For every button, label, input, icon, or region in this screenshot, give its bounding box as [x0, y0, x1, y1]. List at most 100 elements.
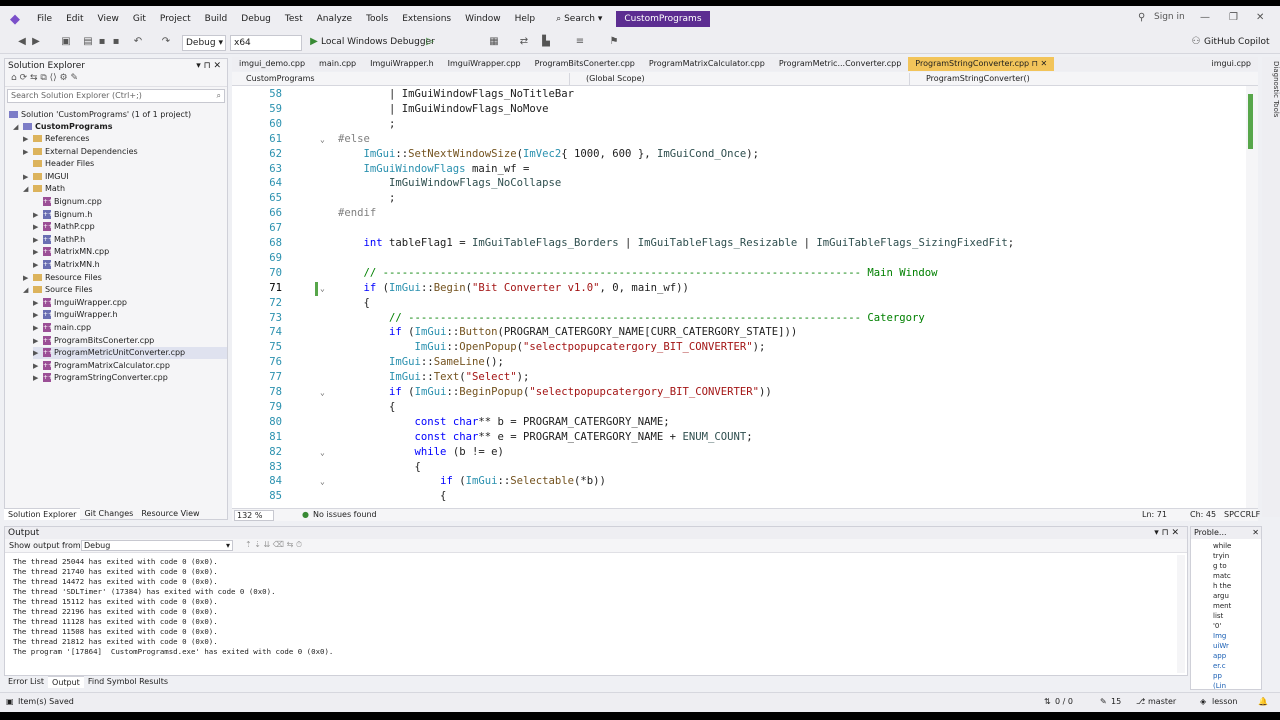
code-line[interactable]: 72 { [232, 296, 1246, 311]
tree-item[interactable]: ▶ ++ProgramBitsConerter.cpp [33, 335, 227, 347]
code-line[interactable]: 59 | ImGuiWindowFlags_NoMove [232, 102, 1246, 117]
output-source-select[interactable]: Debug ▾ [81, 540, 233, 551]
expand-arrow-icon[interactable]: ◢ [23, 284, 33, 296]
start-debug-icon[interactable]: ▶ [308, 36, 320, 48]
expand-arrow-icon[interactable]: ▶ [33, 335, 43, 347]
expand-arrow-icon[interactable]: ▶ [33, 297, 43, 309]
tab-solution-explorer[interactable]: Solution Explorer [4, 508, 81, 520]
undo-icon[interactable]: ↶ [132, 36, 144, 48]
menu-project[interactable]: Project [153, 14, 198, 24]
code-line[interactable]: 77 ImGui::Text("Select"); [232, 370, 1246, 385]
fold-toggle-icon[interactable]: ⌄ [320, 445, 325, 460]
tree-item[interactable]: ▶ Resource Files [23, 272, 227, 284]
expand-arrow-icon[interactable]: ▶ [33, 234, 43, 246]
doc-tab[interactable]: ProgramMetric...Converter.cpp [772, 57, 908, 71]
tab-resource-view[interactable]: Resource View [137, 508, 203, 520]
expand-arrow-icon[interactable]: ▶ [33, 322, 43, 334]
doc-tab[interactable]: main.cpp [312, 57, 363, 71]
code-line[interactable]: 79 { [232, 400, 1246, 415]
minimize-window-button[interactable]: — [1200, 12, 1210, 23]
save-icon[interactable]: ▪ [96, 36, 108, 48]
tab-find-symbol-results[interactable]: Find Symbol Results [84, 676, 172, 688]
branch-selector[interactable]: master [1148, 697, 1176, 706]
open-file-icon[interactable]: ▤ [82, 36, 94, 48]
tree-item[interactable]: ▶ ++MathP.h [33, 234, 227, 246]
doc-tab[interactable]: imgui_demo.cpp [232, 57, 312, 71]
problems-close-icon[interactable]: ✕ [1252, 527, 1259, 539]
fold-toggle-icon[interactable]: ⌄ [320, 474, 325, 489]
github-copilot-button[interactable]: GitHub Copilot [1204, 37, 1270, 47]
tab-git-changes[interactable]: Git Changes [80, 508, 137, 520]
menu-git[interactable]: Git [126, 14, 153, 24]
expand-arrow-icon[interactable]: ▶ [33, 221, 43, 233]
spaces-indicator[interactable]: SPC [1224, 509, 1240, 521]
fold-toggle-icon[interactable]: ⌄ [320, 385, 325, 400]
start-without-debug-icon[interactable]: ▷ [424, 36, 436, 48]
doc-tab[interactable]: imgui.cpp [1205, 57, 1258, 71]
doc-tab[interactable]: ProgramBitsConerter.cpp [528, 57, 642, 71]
search-menu[interactable]: ⌕ Search ▾ [548, 14, 610, 24]
tree-item[interactable]: ▶ IMGUI [23, 171, 227, 183]
problem-text[interactable]: pp [1213, 671, 1222, 681]
tree-item[interactable]: ▶ ++MathP.cpp [33, 221, 227, 233]
fold-toggle-icon[interactable]: ⌄ [320, 132, 325, 147]
expand-arrow-icon[interactable]: ▶ [33, 246, 43, 258]
fold-toggle-icon[interactable]: ⌄ [320, 281, 325, 296]
copilot-icon[interactable]: ⚇ [1190, 36, 1202, 48]
problem-text[interactable]: Img [1213, 631, 1226, 641]
expand-arrow-icon[interactable]: ▶ [23, 146, 33, 158]
code-line[interactable]: 71 ⌄ if (ImGui::Begin("Bit Converter v1.0… [232, 281, 1246, 296]
account-icon[interactable]: ⚲ [1138, 12, 1145, 23]
tree-item[interactable]: ▶ ++ProgramMatrixCalculator.cpp [33, 360, 227, 372]
code-line[interactable]: 58 | ImGuiWindowFlags_NoTitleBar [232, 87, 1246, 102]
expand-arrow-icon[interactable]: ▶ [33, 372, 43, 384]
code-line[interactable]: 82 ⌄ while (b != e) [232, 445, 1246, 460]
notifications-icon[interactable]: 🔔 [1258, 697, 1268, 706]
project-dropdown[interactable]: CustomPrograms [234, 73, 570, 85]
solution-node[interactable]: Solution 'CustomPrograms' (1 of 1 projec… [9, 109, 191, 121]
line-indicator[interactable]: Ln: 71 [1142, 509, 1167, 521]
code-line[interactable]: 69 [232, 251, 1246, 266]
menu-debug[interactable]: Debug [234, 14, 278, 24]
code-line[interactable]: 83 { [232, 460, 1246, 475]
problem-text[interactable]: uiWr [1213, 641, 1229, 651]
expand-arrow-icon[interactable]: ▶ [23, 133, 33, 145]
tree-item[interactable]: ▶ External Dependencies [23, 146, 227, 158]
back-icon[interactable]: ◀ [16, 36, 28, 48]
tree-item[interactable]: ▶ ++main.cpp [33, 322, 227, 334]
doc-tab[interactable]: ProgramMatrixCalculator.cpp [642, 57, 772, 71]
toolbar-icon-b[interactable]: ⇄ [518, 36, 530, 48]
tree-item[interactable]: ▶ ++ImguiWrapper.cpp [33, 297, 227, 309]
tree-item[interactable]: ◢ Source Files [23, 284, 227, 296]
panel-pin-close-icon[interactable]: ▾ ⊓ ✕ [196, 59, 221, 73]
tree-item[interactable]: ▶ References [23, 133, 227, 145]
code-line[interactable]: 76 ImGui::SameLine(); [232, 355, 1246, 370]
tab-output[interactable]: Output [48, 676, 84, 688]
zoom-select[interactable]: 132 % [234, 510, 274, 521]
menu-help[interactable]: Help [508, 14, 543, 24]
pending-edits[interactable]: 15 [1111, 697, 1121, 706]
expand-arrow-icon[interactable]: ▶ [33, 347, 43, 359]
problem-text[interactable]: app [1213, 651, 1226, 661]
close-window-button[interactable]: ✕ [1256, 12, 1264, 23]
tree-item[interactable]: ◢ Math [23, 183, 227, 195]
tree-item[interactable]: ▶ ++Bignum.h [33, 209, 227, 221]
member-dropdown[interactable]: ProgramStringConverter() [914, 73, 1244, 85]
code-line[interactable]: 63 ImGuiWindowFlags main_wf = [232, 162, 1246, 177]
menu-window[interactable]: Window [458, 14, 508, 24]
scope-dropdown[interactable]: (Global Scope) [574, 73, 910, 85]
menu-extensions[interactable]: Extensions [395, 14, 458, 24]
code-line[interactable]: 73 // ----------------------------------… [232, 311, 1246, 326]
configuration-select[interactable]: Debug ▾ [182, 35, 226, 51]
issues-status[interactable]: No issues found [313, 509, 377, 521]
tree-item[interactable]: Header Files [23, 158, 227, 170]
repo-selector[interactable]: lesson [1212, 697, 1237, 706]
code-line[interactable]: 81 const char** e = PROGRAM_CATERGORY_NA… [232, 430, 1246, 445]
platform-select[interactable]: x64 [230, 35, 302, 51]
code-line[interactable]: 75 ImGui::OpenPopup("selectpopupcatergor… [232, 340, 1246, 355]
problem-text[interactable]: er.c [1213, 661, 1226, 671]
new-project-icon[interactable]: ▣ [60, 36, 72, 48]
code-line[interactable]: 70 // ----------------------------------… [232, 266, 1246, 281]
menu-test[interactable]: Test [278, 14, 310, 24]
expand-arrow-icon[interactable]: ▶ [33, 360, 43, 372]
